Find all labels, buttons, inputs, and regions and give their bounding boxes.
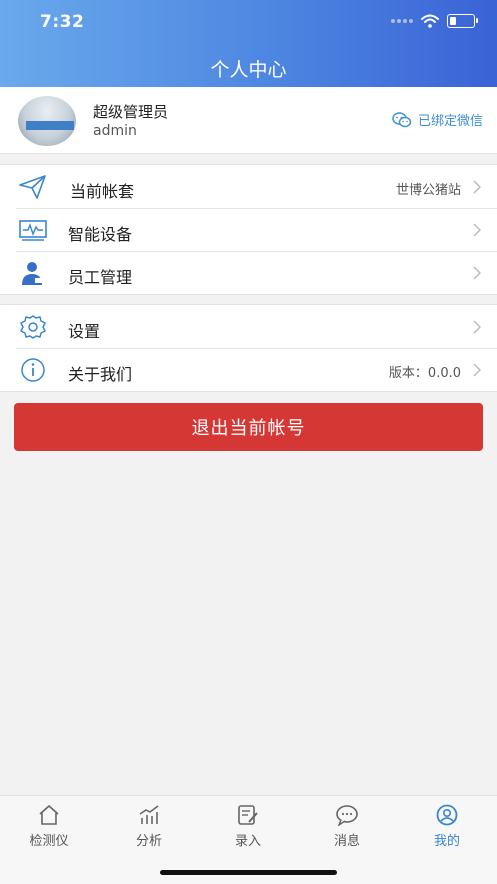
menu-item-about-us[interactable]: 关于我们 版本：0.0.0 [0, 348, 497, 391]
menu-item-current-account-set[interactable]: 当前帐套 世博公猪站 [0, 165, 497, 208]
info-icon [21, 358, 45, 382]
menu-item-label: 当前帐套 [70, 182, 135, 201]
user-icon [436, 804, 458, 826]
menu-item-label: 智能设备 [68, 225, 133, 244]
menu-item-label: 设置 [68, 322, 101, 341]
menu-item-value: 世博公猪站 [395, 183, 461, 198]
chevron-right-icon [473, 363, 481, 377]
wechat-status[interactable]: 已绑定微信 [392, 110, 483, 129]
status-icons [391, 14, 478, 28]
menu-item-value: 版本：0.0.0 [388, 366, 461, 381]
avatar[interactable] [18, 96, 76, 146]
wifi-icon [421, 14, 439, 28]
tab-label: 检测仪 [29, 834, 69, 849]
chart-icon [139, 805, 159, 824]
menu-item-employee-management[interactable]: 员工管理 [0, 251, 497, 294]
employee-icon [22, 262, 43, 285]
profile-card[interactable]: 超级管理员 admin 已绑定微信 [0, 87, 497, 154]
menu-item-label: 员工管理 [68, 268, 133, 287]
battery-icon [447, 14, 478, 28]
tab-detector[interactable]: 检测仪 [9, 804, 89, 849]
tab-entry[interactable]: 录入 [208, 804, 288, 849]
home-icon [39, 805, 59, 825]
menu-item-smart-devices[interactable]: 智能设备 [0, 208, 497, 251]
status-time: 7:32 [40, 12, 85, 32]
tab-analysis[interactable]: 分析 [109, 804, 189, 849]
tab-label: 分析 [135, 834, 162, 849]
logout-button[interactable]: 退出当前帐号 [14, 403, 483, 451]
tab-label: 我的 [433, 834, 460, 849]
battery-fill [449, 16, 456, 25]
wechat-label: 已绑定微信 [417, 114, 483, 129]
header: 7:32 个人中心 [0, 0, 497, 87]
device-monitor-icon [19, 220, 47, 241]
tab-messages[interactable]: 消息 [307, 804, 387, 849]
chevron-right-icon [473, 223, 481, 237]
chevron-right-icon [473, 180, 481, 194]
menu-item-settings[interactable]: 设置 [0, 305, 497, 348]
menu-group-system: 设置 关于我们 版本：0.0.0 [0, 304, 497, 392]
signal-icon [391, 19, 413, 23]
profile-username: admin [93, 123, 137, 139]
wechat-icon [392, 111, 412, 127]
tab-label: 录入 [234, 834, 261, 849]
menu-group-account: 当前帐套 世博公猪站 智能设备 员工管理 [0, 164, 497, 295]
chevron-right-icon [473, 320, 481, 334]
message-icon [336, 805, 358, 826]
gear-icon [20, 315, 46, 339]
edit-icon [238, 805, 258, 825]
paper-plane-icon [19, 175, 46, 199]
menu-item-label: 关于我们 [68, 365, 133, 384]
profile-name: 超级管理员 [93, 103, 169, 121]
tab-label: 消息 [333, 834, 360, 849]
tab-mine[interactable]: 我的 [407, 804, 487, 849]
page-title: 个人中心 [210, 59, 287, 81]
chevron-right-icon [473, 266, 481, 280]
home-indicator [160, 870, 337, 875]
